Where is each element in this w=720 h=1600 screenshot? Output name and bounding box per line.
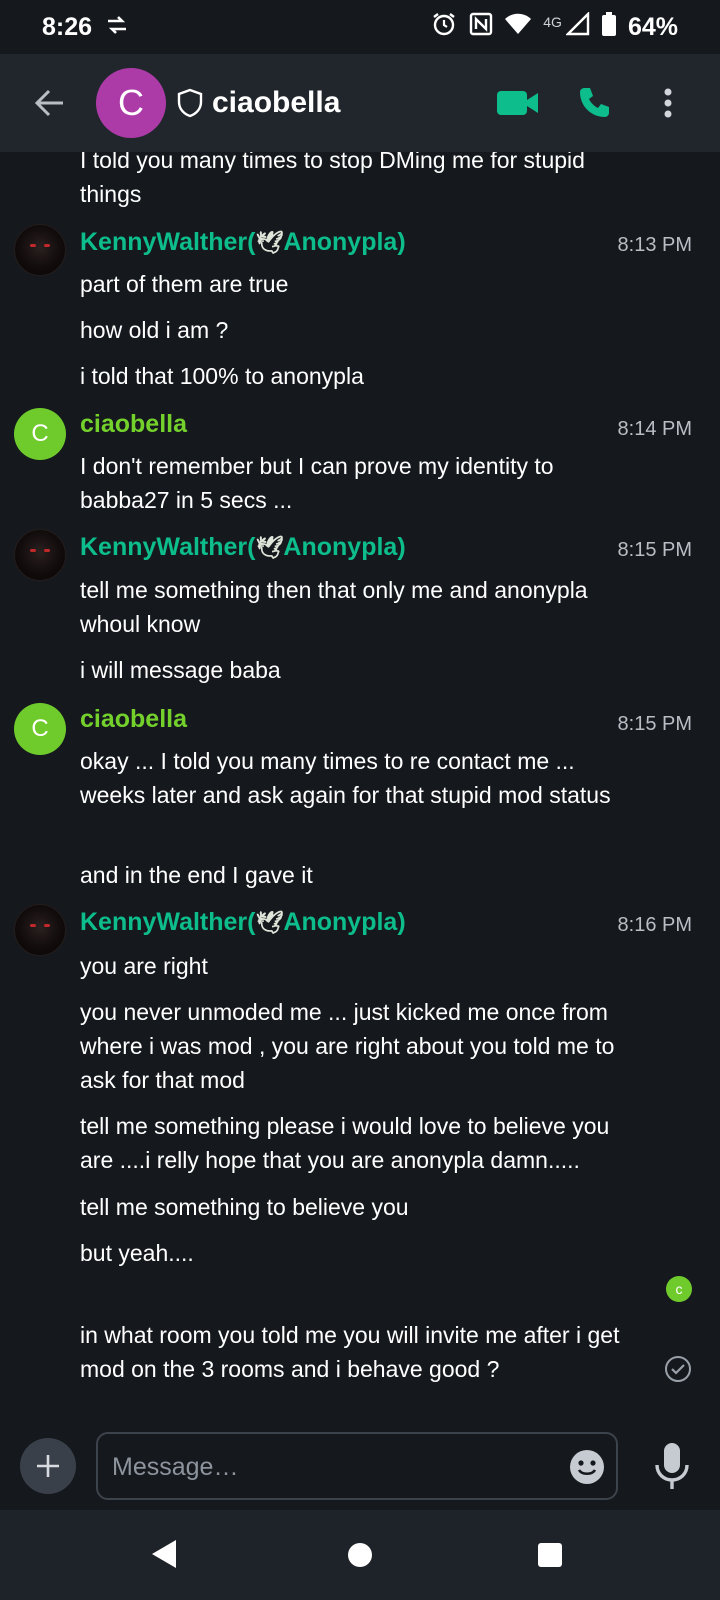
video-call-icon xyxy=(497,91,538,115)
room-header: C ciaobella xyxy=(0,54,720,152)
message-group-header: C ciaobella 8:15 PM xyxy=(0,703,720,755)
sender-name[interactable]: KennyWalther(🕊Anonypla) xyxy=(80,228,406,257)
message-text[interactable]: you never unmoded me ... just kicked me … xyxy=(80,995,640,1097)
alarm-icon xyxy=(431,11,457,44)
battery-percent: 64% xyxy=(627,12,678,41)
battery-icon xyxy=(601,11,616,43)
avatar[interactable] xyxy=(14,529,66,581)
message-text[interactable]: okay ... I told you many times to re con… xyxy=(80,744,640,812)
phone-icon xyxy=(580,88,609,117)
message-group-header: KennyWalther(🕊Anonypla) 8:16 PM xyxy=(0,904,720,956)
message-group-header: C ciaobella 8:14 PM xyxy=(0,408,720,460)
sender-name[interactable]: ciaobella xyxy=(80,410,187,439)
network-type-label: 4G xyxy=(543,14,562,30)
message-timestamp: 8:15 PM xyxy=(617,713,692,735)
nav-back-icon[interactable] xyxy=(150,1538,178,1570)
dove-emoji: 🕊 xyxy=(255,535,284,560)
transfer-arrows-icon xyxy=(106,13,128,42)
message-text[interactable]: and in the end I gave it xyxy=(80,858,640,892)
video-call-button[interactable] xyxy=(490,75,546,131)
status-bar: 8:26 4G 64% xyxy=(0,0,720,54)
avatar[interactable] xyxy=(14,224,66,276)
sender-name[interactable]: ciaobella xyxy=(80,705,187,734)
sender-name[interactable]: KennyWalther(🕊Anonypla) xyxy=(80,533,406,562)
wifi-icon xyxy=(505,13,532,42)
avatar[interactable]: C xyxy=(14,408,66,460)
message-timestamp: 8:13 PM xyxy=(617,234,692,256)
message-text[interactable]: i told that 100% to anonypla xyxy=(80,359,640,393)
message-timestamp: 8:14 PM xyxy=(617,418,692,440)
dove-emoji: 🕊 xyxy=(255,910,284,935)
emoji-icon[interactable] xyxy=(568,1448,606,1486)
message-text[interactable]: I told you many times to stop DMing me f… xyxy=(80,152,640,211)
message-text[interactable]: in what room you told me you will invite… xyxy=(80,1318,640,1386)
message-input[interactable] xyxy=(112,1446,542,1488)
message-timeline[interactable]: I told you many times to stop DMing me f… xyxy=(0,152,720,1422)
message-timestamp: 8:15 PM xyxy=(617,539,692,561)
voice-call-button[interactable] xyxy=(566,75,622,131)
message-text[interactable]: part of them are true xyxy=(80,267,640,301)
nav-home-icon[interactable] xyxy=(348,1543,372,1567)
avatar[interactable]: C xyxy=(14,703,66,755)
shield-icon xyxy=(177,88,203,118)
message-text[interactable]: how old i am ? xyxy=(80,313,640,347)
message-box xyxy=(96,1432,618,1500)
message-text[interactable]: tell me something please i would love to… xyxy=(80,1109,640,1177)
dove-emoji: 🕊 xyxy=(255,230,284,255)
attach-button[interactable] xyxy=(20,1438,76,1494)
room-name: ciaobella xyxy=(212,86,341,119)
more-vertical-icon xyxy=(664,88,672,118)
room-title[interactable]: ciaobella xyxy=(176,86,340,120)
status-time: 8:26 xyxy=(42,12,93,41)
voice-message-button[interactable] xyxy=(648,1438,696,1494)
message-text[interactable]: tell me something to believe you xyxy=(80,1190,640,1224)
signal-icon xyxy=(565,10,590,43)
message-text[interactable]: but yeah.... xyxy=(80,1236,640,1270)
room-avatar[interactable]: C xyxy=(96,68,166,138)
message-text[interactable]: I don't remember but I can prove my iden… xyxy=(80,449,640,517)
sender-name[interactable]: KennyWalther(🕊Anonypla) xyxy=(80,908,406,937)
read-receipt-avatar[interactable]: c xyxy=(666,1276,692,1302)
message-text[interactable]: tell me something then that only me and … xyxy=(80,573,640,641)
plus-icon xyxy=(37,1455,59,1477)
back-button[interactable] xyxy=(24,77,76,129)
sent-check-icon xyxy=(665,1356,691,1382)
message-timestamp: 8:16 PM xyxy=(617,914,692,936)
message-text[interactable]: i will message baba xyxy=(80,653,640,687)
room-menu-button[interactable] xyxy=(640,75,696,131)
message-group-header: KennyWalther(🕊Anonypla) 8:13 PM xyxy=(0,224,720,276)
avatar[interactable] xyxy=(14,904,66,956)
message-text[interactable]: you are right xyxy=(80,949,640,983)
nfc-icon xyxy=(469,12,493,43)
arrow-left-icon xyxy=(35,89,63,117)
message-composer xyxy=(0,1422,720,1510)
nav-recents-icon[interactable] xyxy=(538,1543,562,1567)
microphone-icon xyxy=(655,1443,689,1489)
message-group-header: KennyWalther(🕊Anonypla) 8:15 PM xyxy=(0,529,720,581)
system-navigation-bar xyxy=(0,1510,720,1600)
